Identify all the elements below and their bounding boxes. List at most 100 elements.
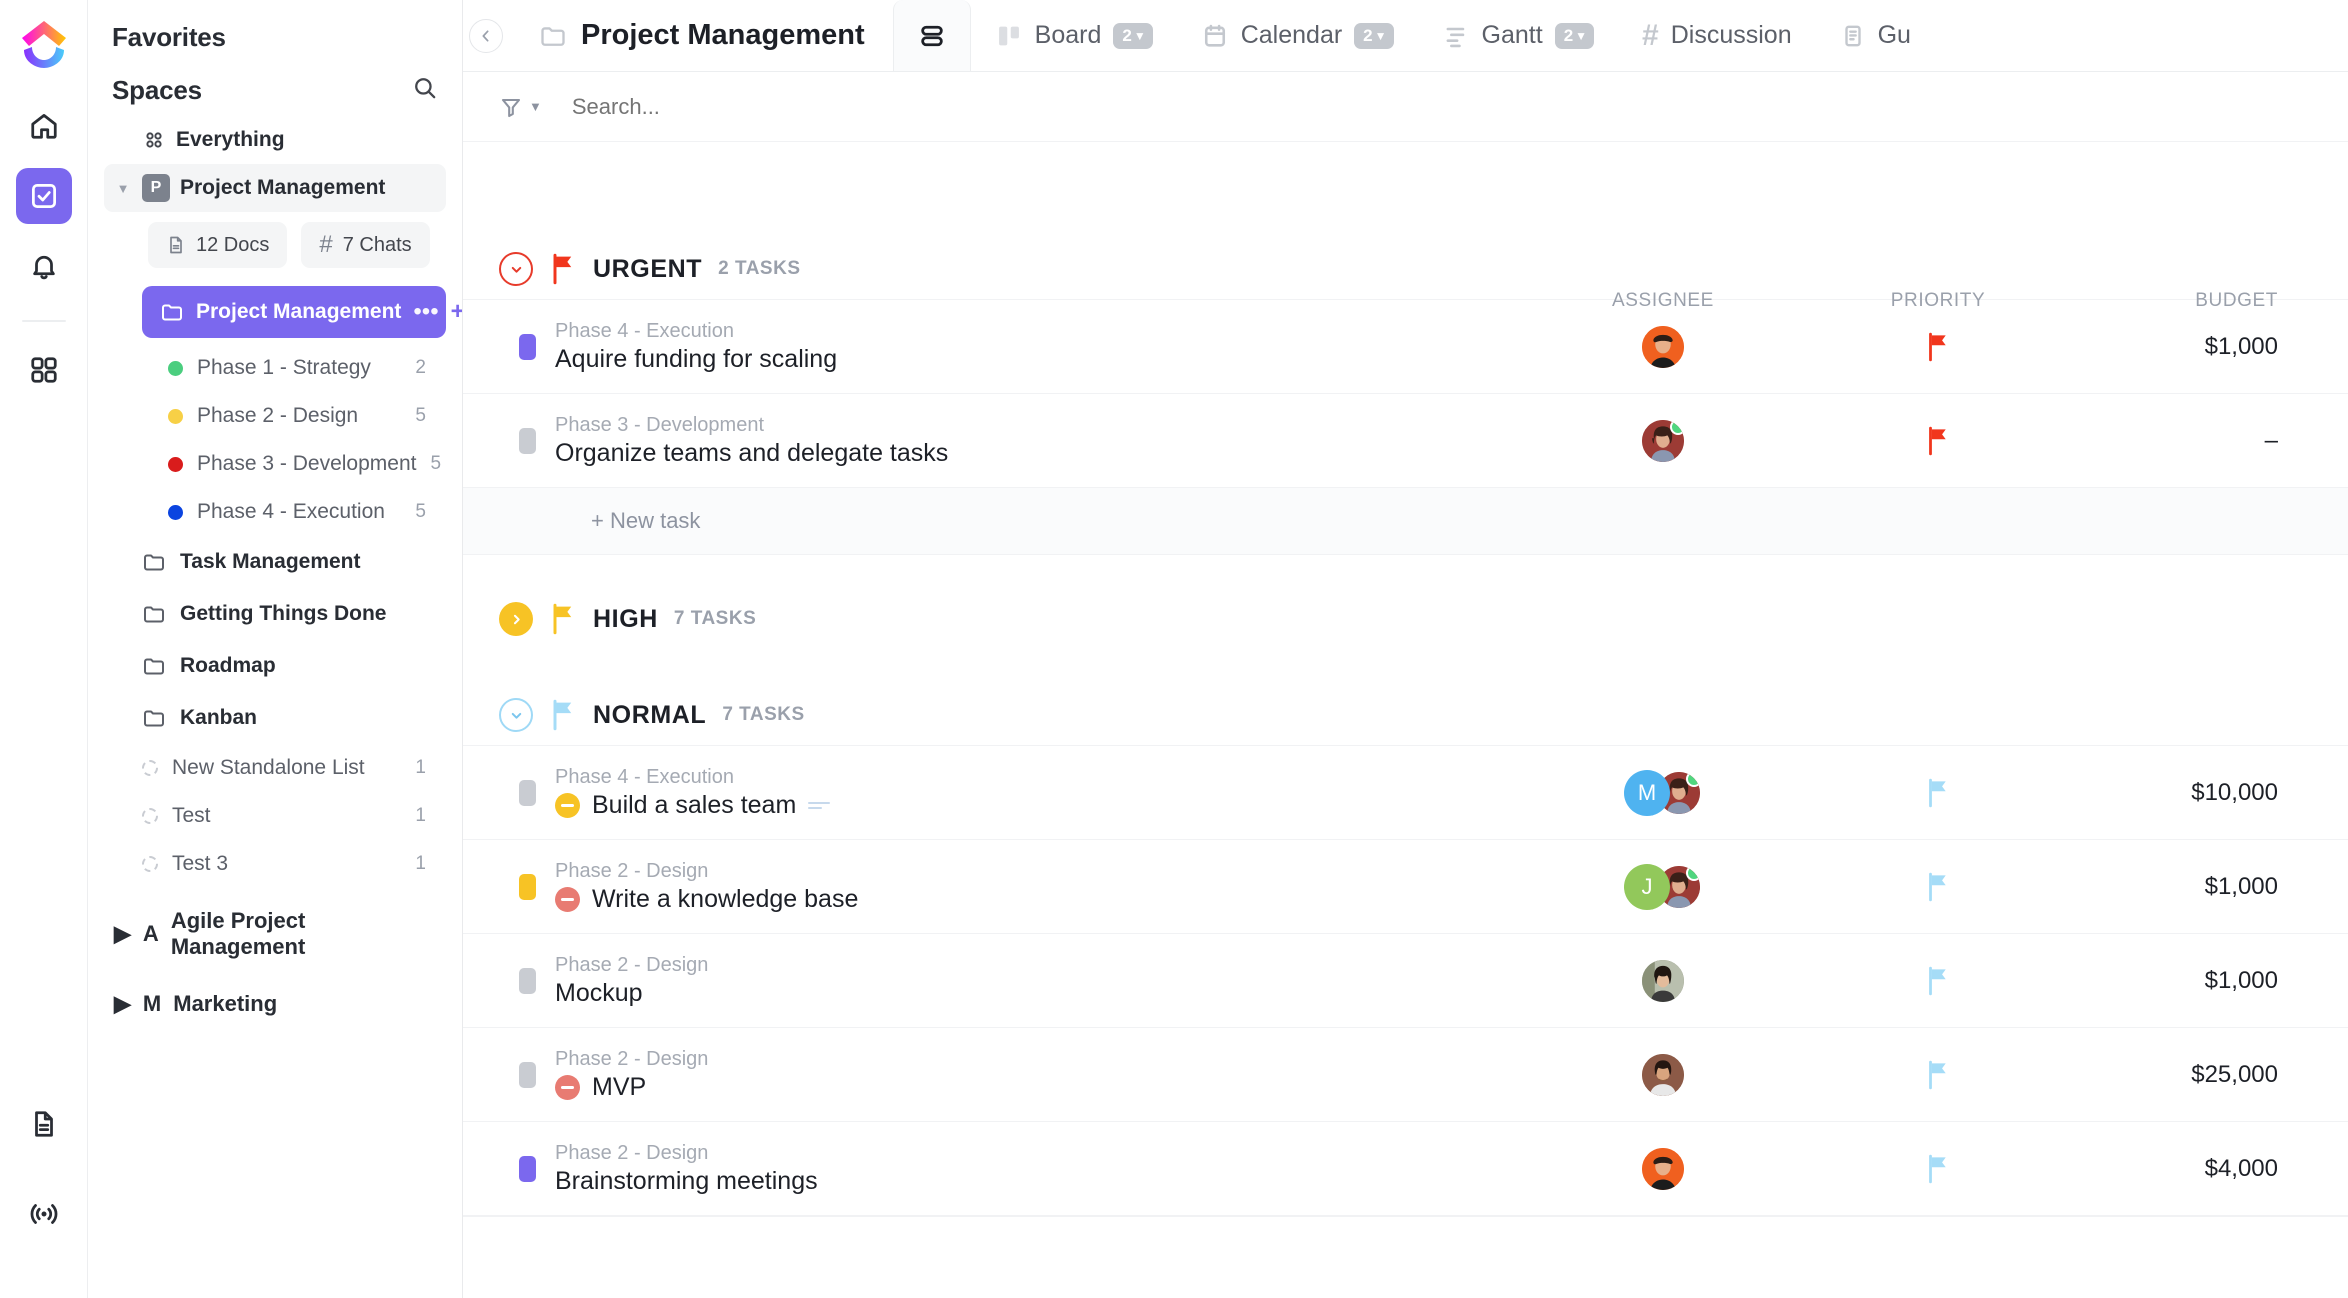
sidebar-folder-getting-things-done[interactable]: Getting Things Done: [104, 588, 446, 640]
avatar[interactable]: [1640, 323, 1686, 370]
priority-flag-icon[interactable]: [1925, 872, 1951, 902]
sidebar-space-marketing[interactable]: ▶ M Marketing: [104, 976, 446, 1032]
task-title[interactable]: Build a sales team: [592, 791, 796, 820]
collapse-toggle-icon[interactable]: [499, 252, 533, 286]
priority-flag-icon[interactable]: [1925, 426, 1951, 456]
breadcrumb[interactable]: Project Management: [503, 19, 893, 52]
tab-board[interactable]: Board 2 ▼: [971, 0, 1177, 71]
assignee-cell[interactable]: [1513, 957, 1813, 1004]
task-title[interactable]: Aquire funding for scaling: [555, 345, 837, 374]
priority-flag-icon[interactable]: [1925, 1154, 1951, 1184]
sidebar-list-phase-2[interactable]: Phase 2 - Design 5: [104, 392, 446, 440]
priority-cell[interactable]: [1813, 872, 2063, 902]
priority-flag-icon[interactable]: [1925, 1060, 1951, 1090]
status-indicator[interactable]: [518, 779, 536, 806]
budget-cell[interactable]: $25,000: [2063, 1061, 2348, 1089]
tab-discussion[interactable]: # Discussion: [1618, 0, 1816, 71]
task-title[interactable]: Write a knowledge base: [592, 885, 858, 914]
status-indicator[interactable]: [518, 1061, 536, 1088]
table-row[interactable]: Phase 2 - Design Mockup $1,000: [463, 934, 2348, 1028]
chevron-down-icon[interactable]: ▼: [114, 181, 132, 196]
expand-toggle-icon[interactable]: [499, 602, 533, 636]
table-row[interactable]: Phase 2 - Design MVP $25,000: [463, 1028, 2348, 1122]
status-indicator[interactable]: [518, 873, 536, 900]
tab-guide[interactable]: Gu: [1816, 0, 1935, 71]
assignee-cell[interactable]: J: [1513, 863, 1813, 910]
sidebar-folder-task-management[interactable]: Task Management: [104, 536, 446, 588]
clickup-logo-icon[interactable]: [16, 16, 72, 72]
budget-cell[interactable]: $1,000: [2063, 333, 2348, 361]
sidebar-folder-roadmap[interactable]: Roadmap: [104, 640, 446, 692]
tasks-icon[interactable]: [15, 168, 72, 224]
avatar[interactable]: [1640, 1145, 1686, 1192]
group-header-high[interactable]: HIGH 7 TASKS: [463, 588, 2348, 650]
priority-flag-icon[interactable]: [1925, 966, 1951, 996]
sidebar-space-project-management[interactable]: ▼ P Project Management: [104, 164, 446, 212]
table-row[interactable]: Phase 3 - Development Organize teams and…: [463, 394, 2348, 488]
docs-pill[interactable]: 12 Docs: [148, 222, 288, 268]
sidebar-folder-project-management-active[interactable]: Project Management ••• +: [142, 286, 462, 338]
sidebar-list-test[interactable]: Test 1: [104, 792, 446, 840]
status-indicator[interactable]: [518, 1155, 536, 1182]
avatar[interactable]: [1640, 957, 1686, 1004]
table-row[interactable]: Phase 2 - Design Brainstorming meetings: [463, 1122, 2348, 1216]
assignee-cell[interactable]: M: [1513, 769, 1813, 816]
sidebar-folder-kanban[interactable]: Kanban: [104, 692, 446, 744]
status-indicator[interactable]: [518, 333, 536, 360]
sidebar-list-phase-3[interactable]: Phase 3 - Development 5: [104, 440, 446, 488]
chevron-left-icon[interactable]: [469, 18, 503, 53]
sidebar-item-everything[interactable]: Everything: [104, 116, 446, 164]
budget-cell[interactable]: $1,000: [2063, 967, 2348, 995]
tab-count-badge[interactable]: 2 ▼: [1354, 22, 1394, 49]
assignee-cell[interactable]: [1513, 1145, 1813, 1192]
search-icon[interactable]: [412, 75, 438, 106]
add-list-button[interactable]: +: [450, 297, 462, 327]
group-header-normal[interactable]: NORMAL 7 TASKS: [463, 684, 2348, 746]
avatar[interactable]: M: [1624, 769, 1670, 816]
task-title[interactable]: Mockup: [555, 979, 643, 1008]
sidebar-list-new-standalone-list[interactable]: New Standalone List 1: [104, 744, 446, 792]
priority-cell[interactable]: [1813, 426, 2063, 456]
priority-cell[interactable]: [1813, 332, 2063, 362]
search-input[interactable]: [571, 93, 892, 120]
home-icon[interactable]: [16, 98, 72, 154]
add-new-task-button[interactable]: + New task: [463, 488, 2348, 554]
status-indicator[interactable]: [518, 427, 536, 454]
chevron-right-icon[interactable]: ▶: [114, 991, 131, 1017]
priority-cell[interactable]: [1813, 1060, 2063, 1090]
tab-count-badge[interactable]: 2 ▼: [1113, 22, 1153, 49]
tab-calendar[interactable]: Calendar 2 ▼: [1177, 0, 1418, 71]
assignee-cell[interactable]: [1513, 1051, 1813, 1098]
notifications-bell-icon[interactable]: [16, 238, 72, 294]
broadcast-icon[interactable]: [16, 1186, 72, 1242]
priority-flag-icon[interactable]: [1925, 778, 1951, 808]
task-title[interactable]: Organize teams and delegate tasks: [555, 439, 948, 468]
chevron-right-icon[interactable]: ▶: [114, 921, 131, 947]
dashboard-grid-icon[interactable]: [16, 342, 72, 398]
docs-icon[interactable]: [16, 1096, 72, 1152]
sidebar-list-phase-4[interactable]: Phase 4 - Execution 5: [104, 488, 446, 536]
budget-cell[interactable]: $1,000: [2063, 873, 2348, 901]
avatar[interactable]: J: [1624, 863, 1670, 910]
chats-pill[interactable]: # 7 Chats: [301, 222, 430, 268]
task-title[interactable]: Brainstorming meetings: [555, 1167, 818, 1196]
sidebar-list-test-3[interactable]: Test 3 1: [104, 840, 446, 888]
assignee-cell[interactable]: [1513, 417, 1813, 464]
budget-cell[interactable]: $10,000: [2063, 779, 2348, 807]
priority-cell[interactable]: [1813, 1154, 2063, 1184]
priority-cell[interactable]: [1813, 778, 2063, 808]
tab-count-badge[interactable]: 2 ▼: [1554, 22, 1595, 49]
collapse-toggle-icon[interactable]: [499, 698, 533, 732]
status-indicator[interactable]: [518, 967, 536, 994]
sidebar-list-phase-1[interactable]: Phase 1 - Strategy 2: [104, 344, 446, 392]
tab-list[interactable]: [892, 0, 971, 71]
table-row[interactable]: Phase 2 - Design Write a knowledge base …: [463, 840, 2348, 934]
table-row[interactable]: Phase 4 - Execution Build a sales team M: [463, 746, 2348, 840]
filter-funnel-icon[interactable]: ▼: [499, 95, 542, 119]
budget-cell[interactable]: $4,000: [2063, 1155, 2348, 1183]
sidebar-space-agile-project-management[interactable]: ▶ A Agile Project Management: [104, 906, 446, 962]
tab-gantt[interactable]: Gantt 2 ▼: [1418, 0, 1619, 71]
task-title[interactable]: MVP: [592, 1073, 646, 1102]
avatar[interactable]: [1640, 417, 1686, 464]
priority-cell[interactable]: [1813, 966, 2063, 996]
